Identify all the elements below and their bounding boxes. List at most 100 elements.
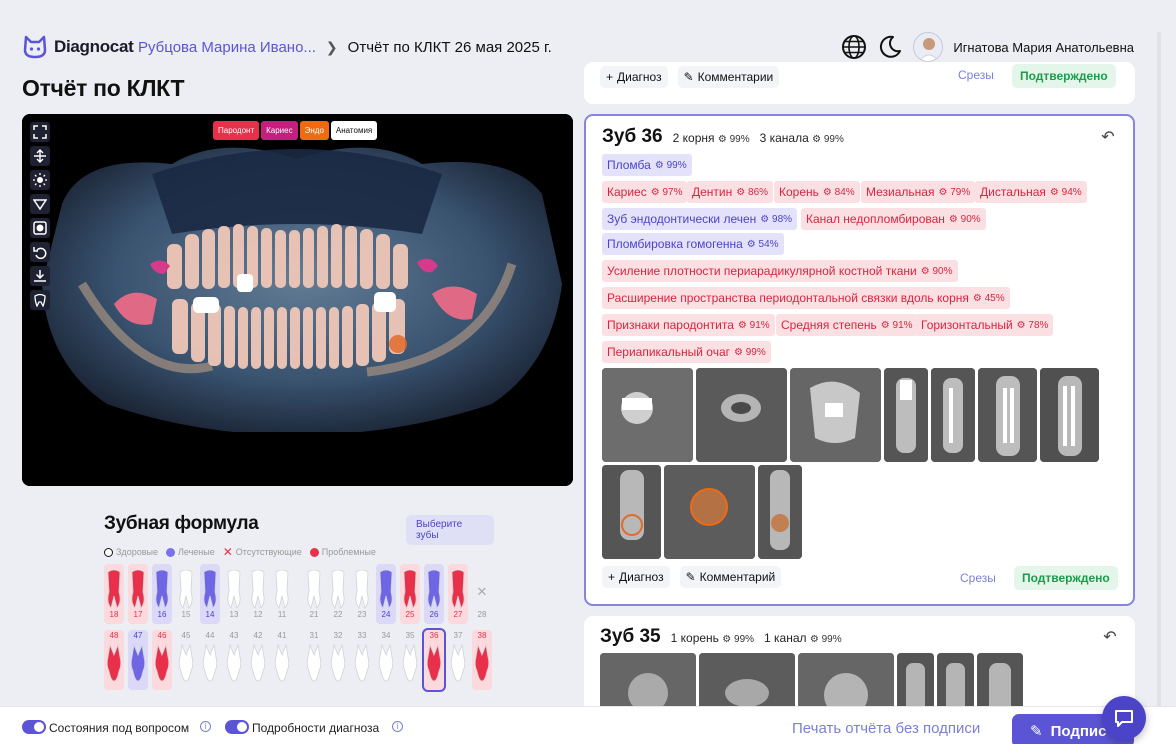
tooth-41[interactable]: 41 (272, 630, 292, 690)
cbct-viewer[interactable]: Пародонт Кариес Эндо Анатомия (22, 114, 573, 486)
diagnosis-tag[interactable]: Дистальная ⚙ 94% (975, 181, 1087, 203)
tooth-27[interactable]: 27 (448, 564, 468, 624)
slice-thumbnail[interactable] (1040, 368, 1099, 462)
brightness-icon[interactable] (30, 170, 50, 190)
tooth-35[interactable]: 35 (400, 630, 420, 690)
tooth-icon (450, 643, 466, 682)
slice-thumbnail[interactable] (884, 368, 928, 462)
canals-confidence: ⚙ 99% (812, 134, 844, 145)
tooth-icon (355, 569, 369, 609)
diagnosis-tag[interactable]: Усиление плотности периарадикулярной кос… (602, 260, 958, 282)
download-icon[interactable] (30, 266, 50, 286)
tooth-mask-icon[interactable] (30, 290, 50, 310)
tooth-24[interactable]: 24 (376, 564, 396, 624)
split-view-icon[interactable] (30, 146, 50, 166)
tab-endo[interactable]: Эндо (299, 121, 329, 140)
add-diagnosis-button[interactable]: + Диагноз (600, 66, 668, 88)
fullscreen-icon[interactable] (30, 122, 50, 142)
tooth-18[interactable]: 18 (104, 564, 124, 624)
invert-icon[interactable] (30, 218, 50, 238)
slices-link[interactable]: Срезы (958, 68, 994, 82)
logo[interactable]: Diagnocat (22, 35, 134, 59)
contrast-icon[interactable] (30, 194, 50, 214)
moon-icon[interactable] (877, 34, 903, 60)
tooth-17[interactable]: 17 (128, 564, 148, 624)
comment-button[interactable]: ✎ Комментарий (679, 566, 782, 588)
slice-thumbnail[interactable] (790, 368, 881, 462)
slice-thumbnail[interactable] (978, 368, 1037, 462)
diagnosis-tag[interactable]: Пломбировка гомогенна ⚙ 54% (602, 233, 784, 255)
diagnosis-details-toggle[interactable] (225, 720, 249, 734)
scrollbar[interactable] (1157, 32, 1161, 712)
avatar[interactable] (913, 32, 944, 62)
tooth-42[interactable]: 42 (248, 630, 268, 690)
diagnosis-tag[interactable]: Горизонтальный ⚙ 78% (916, 314, 1054, 336)
tooth-22[interactable]: 22 (328, 564, 348, 624)
tooth-icon (226, 643, 242, 682)
tooth-34[interactable]: 34 (376, 630, 396, 690)
slice-thumbnail[interactable] (664, 465, 755, 559)
tooth-28[interactable]: ✕ 28 (472, 564, 492, 624)
tooth-icon (274, 643, 290, 682)
slice-thumbnail[interactable] (696, 368, 787, 462)
add-diagnosis-button[interactable]: + Диагноз (602, 566, 670, 588)
print-unsigned-link[interactable]: Печать отчёта без подписи (792, 720, 980, 737)
diagnosis-tag[interactable]: Пломба ⚙ 99% (602, 154, 692, 176)
diagnosis-tag[interactable]: Корень ⚙ 84% (774, 181, 860, 203)
tooth-37[interactable]: 37 (448, 630, 468, 690)
slice-thumbnail[interactable] (602, 368, 693, 462)
diagnosis-tag[interactable]: Периапикальный очаг ⚙ 99% (602, 341, 771, 363)
chat-support-button[interactable] (1102, 696, 1146, 740)
slices-link[interactable]: Срезы (960, 571, 996, 585)
uncertain-states-toggle[interactable] (22, 720, 46, 734)
tooth-48[interactable]: 48 (104, 630, 124, 690)
tooth-icon (251, 569, 265, 609)
confirmed-badge[interactable]: Подтверждено (1014, 566, 1118, 590)
tooth-38[interactable]: 38 (472, 630, 492, 690)
tooth-47[interactable]: 47 (128, 630, 148, 690)
user-name[interactable]: Игнатова Мария Анатольевна (953, 40, 1134, 55)
tooth-33[interactable]: 33 (352, 630, 372, 690)
diagnosis-tag[interactable]: Мезиальная ⚙ 79% (861, 181, 976, 203)
slice-thumbnail[interactable] (602, 465, 661, 559)
tooth-16[interactable]: 16 (152, 564, 172, 624)
tab-periodont[interactable]: Пародонт (213, 121, 260, 140)
select-teeth-button[interactable]: Выберите зубы (406, 515, 494, 545)
info-icon[interactable]: i (392, 721, 403, 732)
tooth-43[interactable]: 43 (224, 630, 244, 690)
tooth-25[interactable]: 25 (400, 564, 420, 624)
tooth-36[interactable]: 36 (422, 628, 446, 692)
diagnosis-tag[interactable]: Канал недопломбирован ⚙ 90% (801, 208, 986, 230)
tooth-21[interactable]: 21 (304, 564, 324, 624)
tooth-15[interactable]: 15 (176, 564, 196, 624)
comments-button[interactable]: ✎ Комментарии (677, 66, 780, 88)
info-icon[interactable]: i (200, 721, 211, 732)
diagnosis-tag[interactable]: Расширение пространства периодонтальной … (602, 287, 1010, 309)
undo-icon[interactable]: ↶ (1099, 626, 1121, 648)
tooth-23[interactable]: 23 (352, 564, 372, 624)
tooth-13[interactable]: 13 (224, 564, 244, 624)
undo-icon[interactable]: ↶ (1097, 126, 1119, 148)
tooth-14[interactable]: 14 (200, 564, 220, 624)
confirmed-badge[interactable]: Подтверждено (1012, 64, 1116, 88)
globe-icon[interactable] (841, 34, 867, 60)
tooth-45[interactable]: 45 (176, 630, 196, 690)
tooth-32[interactable]: 32 (328, 630, 348, 690)
diagnosis-tag[interactable]: Дентин ⚙ 86% (687, 181, 774, 203)
tooth-44[interactable]: 44 (200, 630, 220, 690)
tab-caries[interactable]: Кариес (261, 121, 298, 140)
tab-anatomy[interactable]: Анатомия (330, 121, 378, 140)
tooth-26[interactable]: 26 (424, 564, 444, 624)
diagnosis-tag[interactable]: Признаки пародонтита ⚙ 91% (602, 314, 775, 336)
breadcrumb-patient-link[interactable]: Рубцова Марина Ивано... (138, 39, 316, 56)
diagnosis-tag[interactable]: Зуб эндодонтически лечен ⚙ 98% (602, 208, 798, 230)
slice-thumbnail[interactable] (758, 465, 802, 559)
undo-icon[interactable] (30, 242, 50, 262)
tooth-12[interactable]: 12 (248, 564, 268, 624)
tooth-11[interactable]: 11 (272, 564, 292, 624)
tooth-31[interactable]: 31 (304, 630, 324, 690)
diagnosis-tag[interactable]: Средняя степень ⚙ 91% (776, 314, 918, 336)
diagnosis-tag[interactable]: Кариес ⚙ 97% (602, 181, 688, 203)
tooth-46[interactable]: 46 (152, 630, 172, 690)
slice-thumbnail[interactable] (931, 368, 975, 462)
